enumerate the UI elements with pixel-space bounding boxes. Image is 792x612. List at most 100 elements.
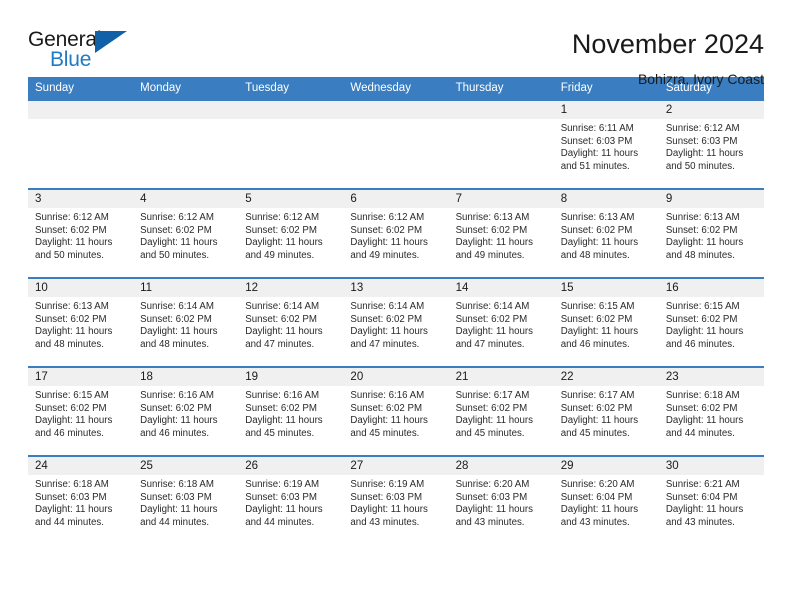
sunrise-text: Sunrise: 6:18 AM [140,479,214,490]
day-details: Sunrise: 6:19 AM Sunset: 6:03 PM Daylight:… [343,475,448,529]
day-cell[interactable]: 8 Sunrise: 6:13 AM Sunset: 6:02 PM Daylight… [553,188,659,278]
day-details: Sunrise: 6:14 AM Sunset: 6:02 PM Daylight:… [133,297,238,351]
day-cell[interactable]: 15 Sunrise: 6:15 AM Sunset: 6:02 PM Dayligh… [553,277,659,367]
day-cell[interactable]: 25 Sunrise: 6:18 AM Sunset: 6:03 PM Dayligh… [133,455,239,545]
sunrise-text: Sunrise: 6:12 AM [665,123,740,134]
day-cell[interactable]: 24 Sunrise: 6:18 AM Sunset: 6:03 PM Dayligh… [28,455,134,545]
day-number [448,101,554,119]
day-cell[interactable]: 5 Sunrise: 6:12 AM Sunset: 6:02 PM Daylight… [238,188,344,278]
day-details: Sunrise: 6:20 AM Sunset: 6:04 PM Daylight:… [554,475,659,529]
sunset-text: Sunset: 6:02 PM [560,402,633,414]
sunset-text: Sunset: 6:02 PM [35,313,107,325]
daylight-text-line1: Daylight: 11 hours [35,326,113,338]
daylight-text-line1: Daylight: 11 hours [140,237,218,249]
calendar-page: General Blue November 2024 Bohizra, Ivor… [0,0,792,612]
day-details [449,119,554,123]
day-cell[interactable]: 11 Sunrise: 6:14 AM Sunset: 6:02 PM Dayligh… [133,277,239,367]
day-cell[interactable]: 7 Sunrise: 6:13 AM Sunset: 6:02 PM Daylight… [448,188,554,278]
day-cell[interactable]: 29 Sunrise: 6:20 AM Sunset: 6:04 PM Dayligh… [553,455,659,545]
sunrise-text: Sunrise: 6:14 AM [455,301,530,312]
day-cell[interactable]: 23 Sunrise: 6:18 AM Sunset: 6:02 PM Dayligh… [658,366,764,456]
day-cell[interactable]: 2 Sunrise: 6:12 AM Sunset: 6:03 PM Daylight… [658,99,764,189]
day-number [133,101,239,119]
day-cell[interactable]: 22 Sunrise: 6:17 AM Sunset: 6:02 PM Dayligh… [553,366,659,456]
sunrise-text: Sunrise: 6:13 AM [35,301,109,312]
day-cell[interactable]: 30 Sunrise: 6:21 AM Sunset: 6:04 PM Dayligh… [658,455,764,545]
day-details: Sunrise: 6:15 AM Sunset: 6:02 PM Daylight:… [659,297,764,351]
day-cell[interactable]: 26 Sunrise: 6:19 AM Sunset: 6:03 PM Dayligh… [238,455,344,545]
daylight-text-line1: Daylight: 11 hours [350,237,428,249]
week-row: 3 Sunrise: 6:12 AM Sunset: 6:02 PM Daylight… [28,188,764,278]
day-number: 2 [658,101,764,119]
daylight-text-line2: and 45 minutes. [245,427,315,439]
week-row: 10 Sunrise: 6:13 AM Sunset: 6:02 PM Dayligh… [28,277,764,367]
sunset-text: Sunset: 6:02 PM [245,224,317,236]
daylight-text-line1: Daylight: 11 hours [665,237,744,249]
day-cell[interactable] [133,99,239,189]
daylight-text-line1: Daylight: 11 hours [245,504,323,516]
calendar-grid: Sunday Monday Tuesday Wednesday Thursday… [28,77,764,545]
day-cell[interactable]: 6 Sunrise: 6:12 AM Sunset: 6:02 PM Daylight… [343,188,449,278]
sunset-text: Sunset: 6:03 PM [140,491,212,503]
daylight-text-line1: Daylight: 11 hours [455,237,533,249]
day-details: Sunrise: 6:12 AM Sunset: 6:02 PM Daylight:… [238,208,343,262]
day-cell[interactable]: 18 Sunrise: 6:16 AM Sunset: 6:02 PM Dayligh… [133,366,239,456]
day-cell[interactable]: 1 Sunrise: 6:11 AM Sunset: 6:03 PM Daylight… [553,99,659,189]
day-number: 29 [553,457,659,475]
day-number [238,101,344,119]
day-cell[interactable]: 19 Sunrise: 6:16 AM Sunset: 6:02 PM Dayligh… [238,366,344,456]
daylight-text-line2: and 50 minutes. [665,160,735,172]
day-number: 12 [238,279,344,297]
day-cell[interactable]: 3 Sunrise: 6:12 AM Sunset: 6:02 PM Daylight… [28,188,134,278]
day-number: 27 [343,457,449,475]
sunrise-text: Sunrise: 6:11 AM [560,123,634,134]
day-cell[interactable] [28,99,134,189]
day-cell[interactable]: 27 Sunrise: 6:19 AM Sunset: 6:03 PM Dayligh… [343,455,449,545]
day-cell[interactable] [343,99,449,189]
day-number: 13 [343,279,449,297]
weekday-header-tuesday: Tuesday [238,77,344,100]
general-blue-logo[interactable]: General Blue [28,28,138,76]
day-cell[interactable]: 17 Sunrise: 6:15 AM Sunset: 6:02 PM Dayligh… [28,366,134,456]
daylight-text-line2: and 43 minutes. [560,516,630,528]
day-details: Sunrise: 6:13 AM Sunset: 6:02 PM Daylight:… [28,297,133,351]
sunrise-text: Sunrise: 6:15 AM [560,301,635,312]
sunrise-text: Sunrise: 6:12 AM [350,212,425,223]
day-cell[interactable]: 16 Sunrise: 6:15 AM Sunset: 6:02 PM Dayligh… [658,277,764,367]
weekday-header-monday: Monday [133,77,239,100]
day-cell[interactable]: 10 Sunrise: 6:13 AM Sunset: 6:02 PM Dayligh… [28,277,134,367]
daylight-text-line2: and 47 minutes. [245,338,315,350]
daylight-text-line2: and 46 minutes. [560,338,630,350]
day-cell[interactable]: 28 Sunrise: 6:20 AM Sunset: 6:03 PM Dayligh… [448,455,554,545]
sunrise-text: Sunrise: 6:14 AM [245,301,320,312]
day-number: 11 [133,279,239,297]
day-details: Sunrise: 6:16 AM Sunset: 6:02 PM Daylight:… [133,386,238,440]
daylight-text-line2: and 43 minutes. [455,516,525,528]
day-details [133,119,238,123]
sunset-text: Sunset: 6:02 PM [455,224,528,236]
day-details [343,119,448,123]
daylight-text-line2: and 50 minutes. [140,249,210,261]
day-cell[interactable] [448,99,554,189]
daylight-text-line1: Daylight: 11 hours [245,237,323,249]
day-cell[interactable]: 4 Sunrise: 6:12 AM Sunset: 6:02 PM Daylight… [133,188,239,278]
day-details: Sunrise: 6:18 AM Sunset: 6:03 PM Daylight:… [28,475,133,529]
daylight-text-line1: Daylight: 11 hours [350,504,428,516]
day-cell[interactable] [238,99,344,189]
day-cell[interactable]: 14 Sunrise: 6:14 AM Sunset: 6:02 PM Dayligh… [448,277,554,367]
day-cell[interactable]: 9 Sunrise: 6:13 AM Sunset: 6:02 PM Daylight… [658,188,764,278]
day-number: 9 [658,190,764,208]
day-number: 8 [553,190,659,208]
day-cell[interactable]: 21 Sunrise: 6:17 AM Sunset: 6:02 PM Dayligh… [448,366,554,456]
day-cell[interactable]: 13 Sunrise: 6:14 AM Sunset: 6:02 PM Dayligh… [343,277,449,367]
day-number: 7 [448,190,554,208]
sunset-text: Sunset: 6:02 PM [350,313,423,325]
daylight-text-line1: Daylight: 11 hours [140,326,218,338]
day-cell[interactable]: 20 Sunrise: 6:16 AM Sunset: 6:02 PM Dayligh… [343,366,449,456]
day-number: 14 [448,279,554,297]
day-cell[interactable]: 12 Sunrise: 6:14 AM Sunset: 6:02 PM Dayligh… [238,277,344,367]
sunset-text: Sunset: 6:04 PM [665,491,738,503]
day-number: 21 [448,368,554,386]
day-details [28,119,133,123]
day-number: 5 [238,190,344,208]
